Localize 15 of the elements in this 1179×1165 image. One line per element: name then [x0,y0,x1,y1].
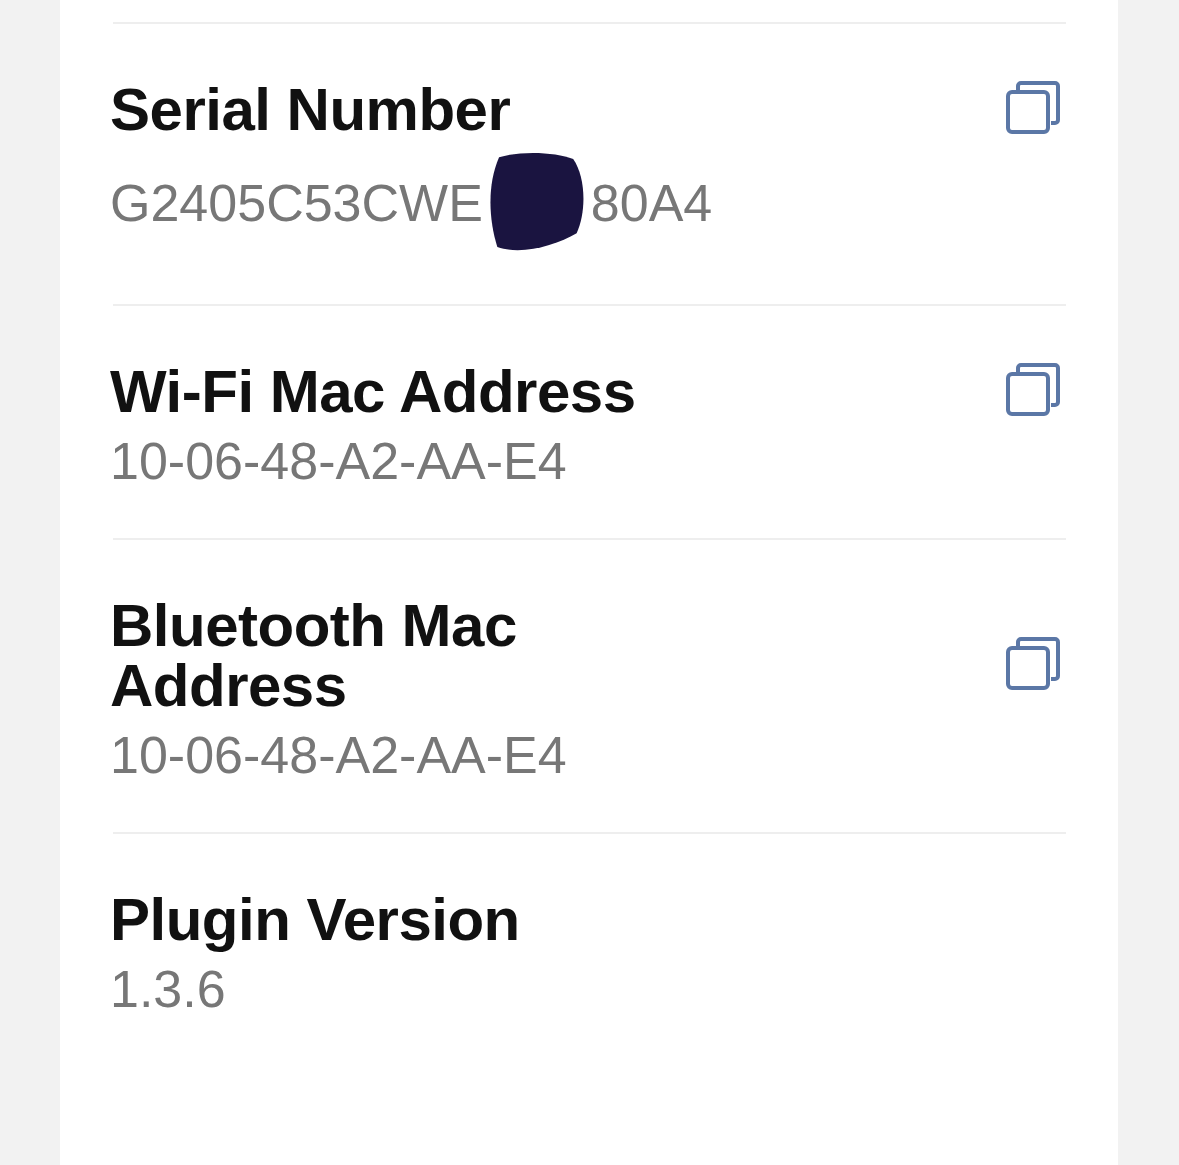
copy-button[interactable] [1006,362,1062,418]
copy-icon [1006,362,1062,418]
copy-icon [1006,80,1062,136]
field-title: Plugin Version [110,890,520,950]
field-title: Serial Number [110,80,512,140]
copy-button[interactable] [1006,80,1062,136]
field-title: Bluetooth Mac Address [110,596,518,716]
field-value: G2405C53CWE [110,173,483,234]
field-value: 10-06-48-A2-AA-E4 [110,725,567,786]
field-value: 10-06-48-A2-AA-E4 [110,431,567,492]
field-value: 80A4 [590,173,713,234]
copy-button[interactable] [1006,636,1062,692]
field-value: 1.3.6 [110,959,226,1020]
copy-icon [1006,636,1062,692]
field-title: Wi-Fi Mac Address [110,362,636,422]
